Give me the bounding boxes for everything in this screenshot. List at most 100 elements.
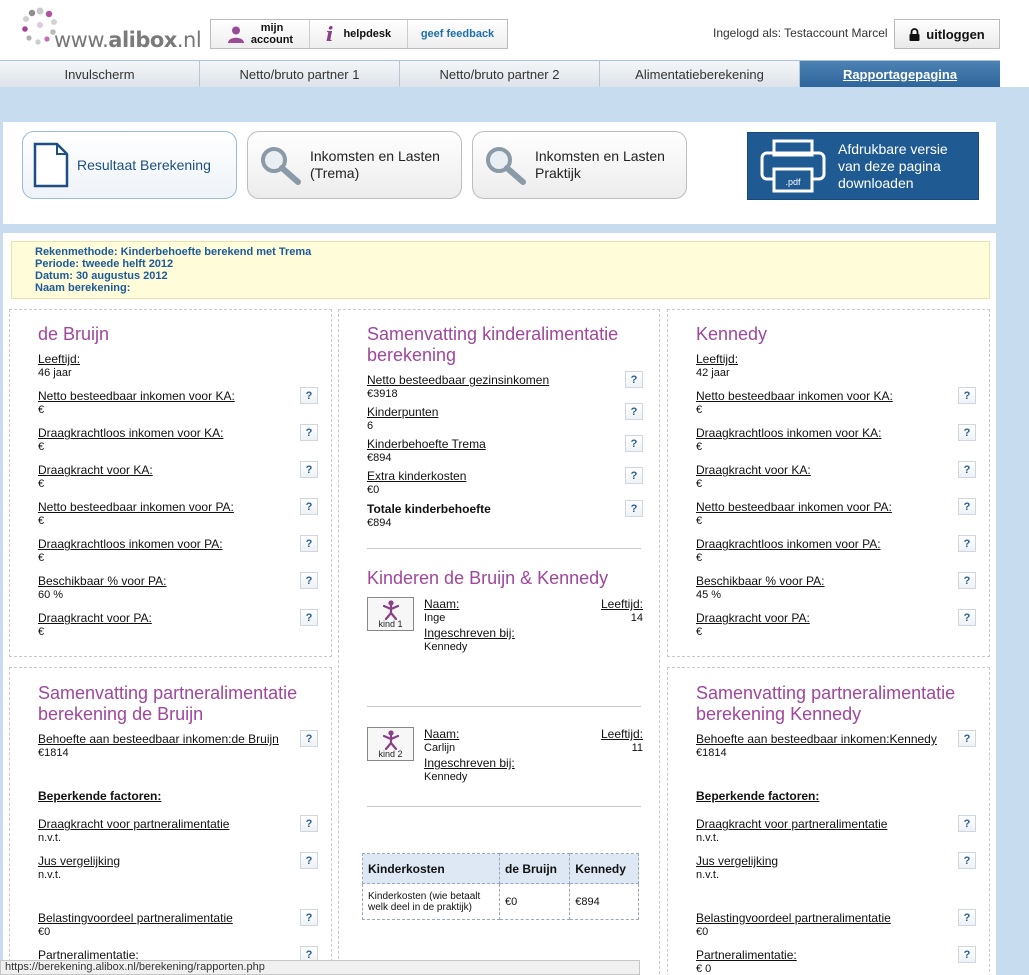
tab-rapportagepagina[interactable]: Rapportagepagina bbox=[800, 61, 1000, 88]
help-button[interactable]: ? bbox=[300, 498, 318, 515]
panel-title: de Bruijn bbox=[38, 324, 110, 344]
panel-title: Kennedy bbox=[696, 324, 768, 344]
help-button[interactable]: ? bbox=[958, 424, 976, 441]
child-icon: kind 1 bbox=[367, 597, 414, 631]
help-button[interactable]: ? bbox=[958, 535, 976, 552]
field-draagkrachtloos-pa: Draagkrachtloos inkomen voor PA: € ? bbox=[696, 535, 976, 566]
user-icon bbox=[227, 26, 244, 43]
help-button[interactable]: ? bbox=[958, 730, 976, 747]
help-button[interactable]: ? bbox=[300, 909, 318, 926]
tab-netto-bruto-partner-2[interactable]: Netto/bruto partner 2 bbox=[400, 61, 600, 88]
divider bbox=[367, 806, 641, 807]
help-button[interactable]: ? bbox=[958, 909, 976, 926]
field-behoefte: Behoefte aan besteedbaar inkomen:de Brui… bbox=[38, 730, 318, 761]
info-icon: i bbox=[325, 22, 334, 46]
panel-partneralimentatie-de-bruijn: Samenvatting partneralimentatie berekenin… bbox=[9, 667, 332, 975]
field-leeftijd: Leeftijd: 42 jaar bbox=[696, 352, 739, 379]
lock-icon bbox=[909, 27, 920, 41]
tab-alimentatieberekening[interactable]: Alimentatieberekening bbox=[600, 61, 800, 88]
help-button[interactable]: ? bbox=[300, 852, 318, 869]
help-button[interactable]: ? bbox=[625, 467, 643, 484]
calculation-info-box: Rekenmethode: Kinderbehoefte berekend me… bbox=[11, 241, 990, 299]
help-button[interactable]: ? bbox=[958, 498, 976, 515]
help-button[interactable]: ? bbox=[958, 852, 976, 869]
field-behoefte: Behoefte aan besteedbaar inkomen:Kennedy… bbox=[696, 730, 976, 761]
income-expenses-trema-button[interactable]: Inkomsten en Lasten (Trema) bbox=[247, 131, 462, 199]
help-button[interactable]: ? bbox=[625, 435, 643, 452]
field-beschikbaar-pa: Beschikbaar % voor PA: 60 % ? bbox=[38, 572, 318, 603]
status-bar-url: https://berekening.alibox.nl/berekening/… bbox=[0, 960, 640, 975]
table-cell: €0 bbox=[498, 883, 571, 920]
field-netto-gezinsinkomen: Netto besteedbaar gezinsinkomen €3918 ? bbox=[367, 371, 643, 402]
help-button[interactable]: ? bbox=[958, 572, 976, 589]
my-account-button[interactable]: mijn account bbox=[211, 20, 310, 48]
help-button[interactable]: ? bbox=[958, 387, 976, 404]
field-netto-ka: Netto besteedbaar inkomen voor KA: € ? bbox=[696, 387, 976, 418]
datum-text: Datum: 30 augustus 2012 bbox=[35, 270, 168, 282]
help-button[interactable]: ? bbox=[300, 461, 318, 478]
help-button[interactable]: ? bbox=[958, 609, 976, 626]
panel-title: Samenvatting partneralimentatie berekenin… bbox=[696, 683, 956, 724]
download-pdf-button[interactable]: .pdf Afdrukbare versie van deze pagina dow… bbox=[747, 132, 979, 200]
logo-text: www.alibox.nl bbox=[54, 28, 202, 52]
income-expenses-trema-label: Inkomsten en Lasten (Trema) bbox=[310, 148, 440, 181]
table-header-row: Kinderkosten de Bruijn Kennedy bbox=[362, 853, 639, 884]
panel-kennedy: Kennedy Leeftijd: 42 jaar Netto besteedb… bbox=[667, 309, 990, 657]
help-button[interactable]: ? bbox=[625, 403, 643, 420]
kid-details: Naam: Carlijn Ingeschreven bij: Kennedy bbox=[424, 727, 515, 783]
help-button[interactable]: ? bbox=[300, 424, 318, 441]
field-netto-pa: Netto besteedbaar inkomen voor PA: € ? bbox=[696, 498, 976, 529]
login-status: Ingelogd als: Testaccount Marcel bbox=[713, 26, 888, 40]
table-header: Kinderkosten bbox=[362, 853, 500, 884]
tab-netto-bruto-partner-1[interactable]: Netto/bruto partner 1 bbox=[200, 61, 400, 88]
help-button[interactable]: ? bbox=[300, 730, 318, 747]
magnifier-icon bbox=[486, 147, 526, 185]
table-cell: Kinderkosten (wie betaalt welk deel in d… bbox=[362, 883, 500, 920]
child-icon: kind 2 bbox=[367, 727, 414, 761]
helpdesk-button[interactable]: i helpdesk bbox=[310, 20, 408, 48]
field-draagkrachtloos-pa: Draagkrachtloos inkomen voor PA: € ? bbox=[38, 535, 318, 566]
field-kinderbehoefte-trema: Kinderbehoefte Trema €894 ? bbox=[367, 435, 643, 466]
field-draagkrachtloos-ka: Draagkrachtloos inkomen voor KA: € ? bbox=[696, 424, 976, 455]
help-button[interactable]: ? bbox=[625, 371, 643, 388]
panel-partneralimentatie-kennedy: Samenvatting partneralimentatie berekenin… bbox=[667, 667, 990, 975]
help-button[interactable]: ? bbox=[300, 609, 318, 626]
field-draagkracht-pa: Draagkracht voor partneralimentatie n.v.… bbox=[38, 815, 318, 846]
panel-title: Samenvatting kinderalimentatie berekening bbox=[367, 324, 619, 365]
svg-text:.pdf: .pdf bbox=[785, 177, 801, 187]
help-button[interactable]: ? bbox=[300, 387, 318, 404]
logout-button[interactable]: uitloggen bbox=[894, 19, 1000, 49]
field-draagkracht-pa: Draagkracht voor PA: € ? bbox=[38, 609, 318, 640]
feedback-button[interactable]: geef feedback bbox=[408, 20, 507, 48]
result-calculation-button[interactable]: Resultaat Berekening bbox=[22, 131, 237, 199]
help-button[interactable]: ? bbox=[958, 946, 976, 963]
field-draagkracht-pa: Draagkracht voor partneralimentatie n.v.… bbox=[696, 815, 976, 846]
field-draagkrachtloos-ka: Draagkrachtloos inkomen voor KA: € ? bbox=[38, 424, 318, 455]
help-button[interactable]: ? bbox=[300, 815, 318, 832]
feedback-label: geef feedback bbox=[420, 28, 495, 40]
kid-card: kind 2 Naam: Carlijn Ingeschreven bij: K… bbox=[367, 727, 643, 817]
field-totale-kinderbehoefte: Totale kinderbehoefte €894 ? bbox=[367, 500, 643, 531]
panel-kinderalimentatie: Samenvatting kinderalimentatie berekening… bbox=[338, 309, 660, 975]
child-figure-icon bbox=[382, 600, 399, 621]
income-expenses-praktijk-label: Inkomsten en Lasten Praktijk bbox=[535, 148, 665, 181]
alibox-logo[interactable]: www.alibox.nl bbox=[20, 6, 202, 52]
income-expenses-praktijk-button[interactable]: Inkomsten en Lasten Praktijk bbox=[472, 131, 687, 199]
help-button[interactable]: ? bbox=[958, 815, 976, 832]
field-draagkracht-ka: Draagkracht voor KA: € ? bbox=[38, 461, 318, 492]
naam-text: Naam berekening: bbox=[35, 282, 131, 294]
divider bbox=[367, 548, 641, 549]
field-belastingvoordeel: Belastingvoordeel partneralimentatie €0 … bbox=[38, 909, 318, 940]
field-netto-ka: Netto besteedbaar inkomen voor KA: € ? bbox=[38, 387, 318, 418]
help-button[interactable]: ? bbox=[300, 535, 318, 552]
help-button[interactable]: ? bbox=[625, 500, 643, 517]
help-button[interactable]: ? bbox=[958, 461, 976, 478]
kid-card: kind 1 Naam: Inge Ingeschreven bij: Kenn… bbox=[367, 597, 643, 687]
field-leeftijd: Leeftijd: 46 jaar bbox=[38, 352, 81, 379]
help-button[interactable]: ? bbox=[300, 572, 318, 589]
tab-invulscherm[interactable]: Invulscherm bbox=[0, 61, 200, 88]
field-draagkracht-ka: Draagkracht voor KA: € ? bbox=[696, 461, 976, 492]
field-jus-vergelijking: Jus vergelijking n.v.t. ? bbox=[696, 852, 976, 883]
my-account-label: mijn account bbox=[250, 22, 294, 46]
field-draagkracht-pa: Draagkracht voor PA: € ? bbox=[696, 609, 976, 640]
